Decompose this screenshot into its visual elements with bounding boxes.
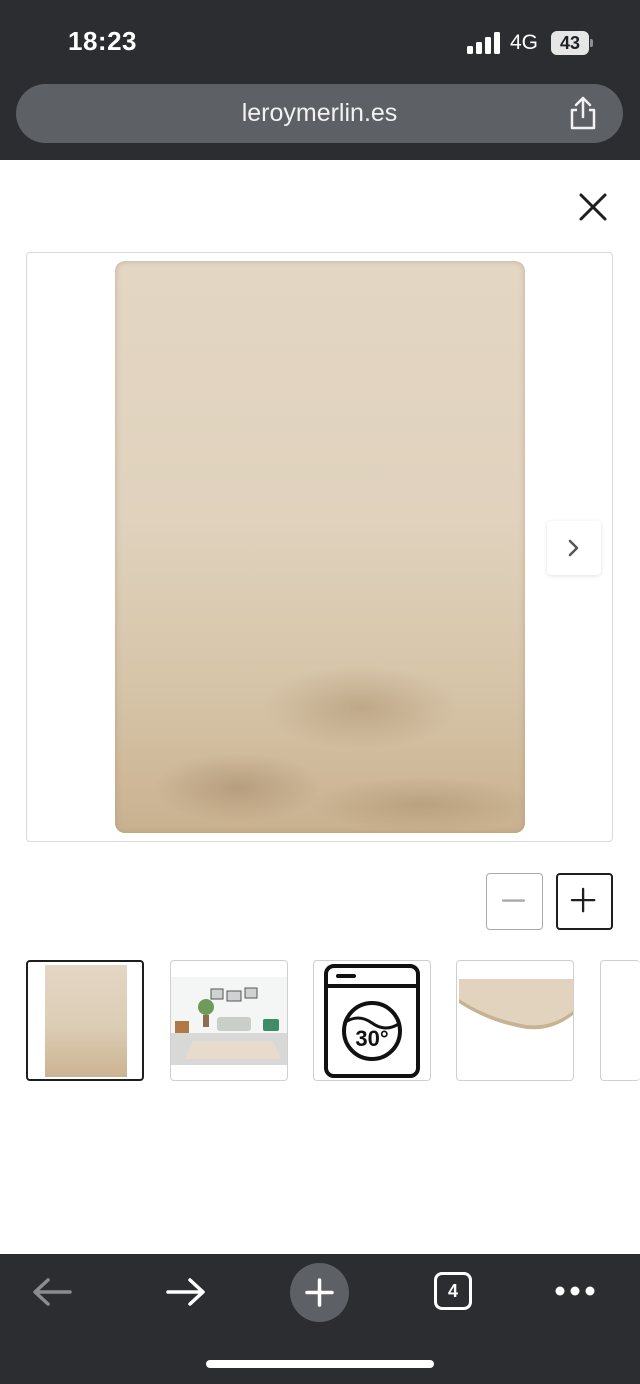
thumbnail-rug-edge[interactable]: [456, 960, 574, 1081]
room-scene-image: [171, 977, 287, 1065]
battery-icon: 43: [551, 31, 593, 55]
rug-edge-image: [459, 979, 573, 1030]
thumbnail-wash-instructions[interactable]: 30°: [313, 960, 431, 1081]
signal-icon: [467, 32, 500, 54]
address-bar[interactable]: leroymerlin.es: [16, 84, 623, 143]
image-viewer[interactable]: [26, 252, 613, 842]
battery-level: 43: [551, 31, 589, 55]
share-icon[interactable]: [567, 96, 599, 130]
zoom-in-button[interactable]: [556, 873, 613, 930]
thumbnail-rug-front[interactable]: [26, 960, 144, 1081]
thumbnail-room-scene[interactable]: [170, 960, 288, 1081]
url-text[interactable]: leroymerlin.es: [16, 99, 623, 128]
network-type: 4G: [510, 31, 539, 54]
plus-icon: [305, 1278, 334, 1307]
status-time: 18:23: [68, 26, 137, 56]
browser-bottom-toolbar: 4: [0, 1254, 640, 1384]
plus-icon: [570, 887, 596, 913]
tab-switcher-button[interactable]: 4: [434, 1272, 472, 1310]
thumbnail-more[interactable]: [600, 960, 640, 1081]
minus-icon: [501, 899, 526, 902]
back-arrow-icon[interactable]: [30, 1274, 74, 1310]
home-indicator: [206, 1360, 434, 1368]
chevron-right-icon: [568, 539, 579, 557]
washing-machine-icon: 30°: [324, 964, 420, 1078]
browser-top-bar: 18:23 4G 43 leroymerlin.es: [0, 0, 640, 160]
product-image-rug: [115, 261, 525, 833]
zoom-out-button[interactable]: [486, 873, 543, 930]
forward-arrow-icon[interactable]: [164, 1274, 208, 1310]
close-icon[interactable]: [576, 190, 610, 224]
new-tab-button[interactable]: [290, 1263, 349, 1322]
next-image-button[interactable]: [547, 521, 601, 575]
wash-temperature-label: 30°: [355, 1026, 388, 1051]
more-options-icon[interactable]: [554, 1284, 596, 1298]
rug-thumbnail-image: [45, 965, 127, 1077]
